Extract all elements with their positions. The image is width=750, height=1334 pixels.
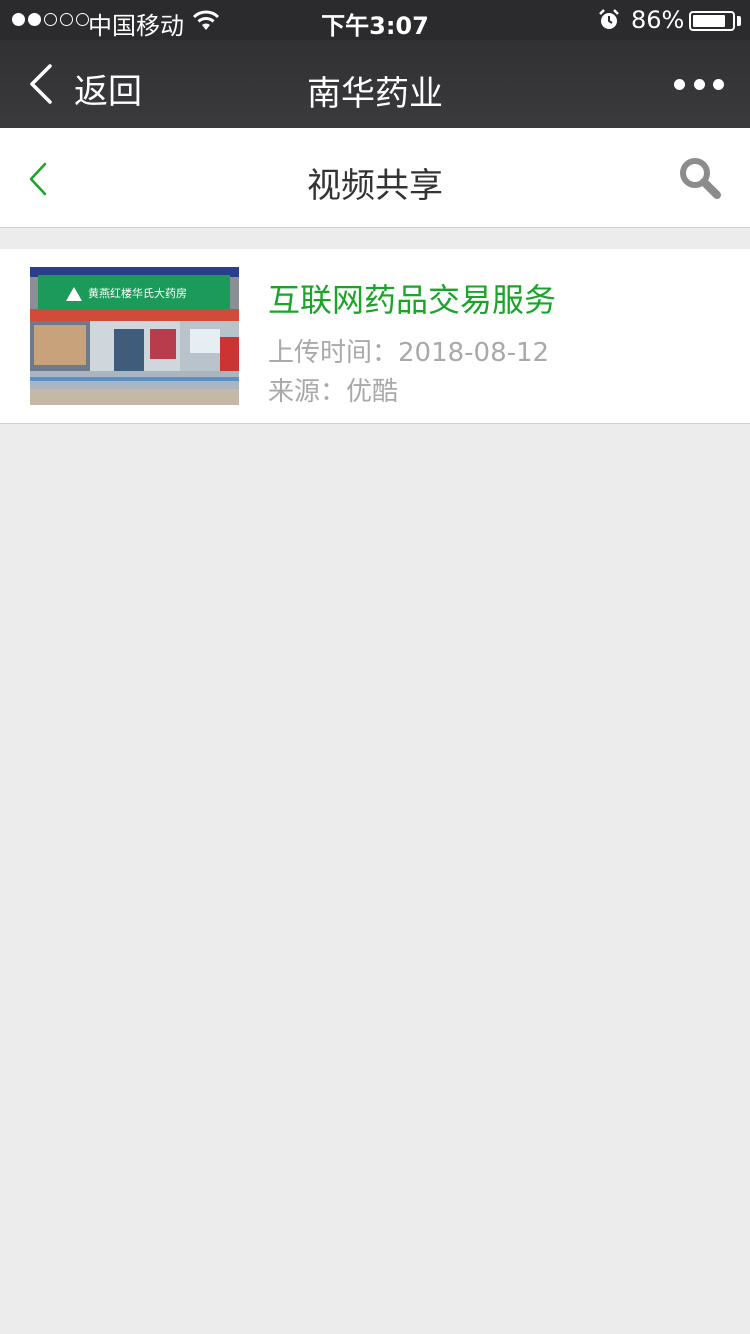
alarm-icon bbox=[599, 9, 619, 29]
battery-level bbox=[693, 15, 726, 27]
battery-tip bbox=[737, 16, 741, 26]
video-list: 黄燕红楼华氏大药房 互联网药品交易服务 上传时间：2018-08-12 来源：优… bbox=[0, 249, 750, 424]
status-bar: 中国移动 下午3:07 86% bbox=[0, 0, 750, 40]
wechat-nav-bar: 返回 南华药业 bbox=[0, 40, 750, 128]
video-source: 来源：优酷 bbox=[268, 377, 399, 407]
search-icon[interactable] bbox=[678, 156, 722, 200]
upload-date: 上传时间：2018-08-12 bbox=[268, 338, 550, 368]
video-title[interactable]: 互联网药品交易服务 bbox=[268, 275, 556, 321]
battery-percent: 86% bbox=[631, 6, 685, 34]
battery-icon bbox=[689, 11, 735, 31]
thumbnail-sign-text: 黄燕红楼华氏大药房 bbox=[88, 286, 187, 300]
more-dots-icon[interactable] bbox=[674, 76, 724, 92]
page-header: 视频共享 bbox=[0, 128, 750, 228]
page-title: 视频共享 bbox=[307, 166, 443, 206]
nav-title: 南华药业 bbox=[307, 74, 443, 114]
video-thumbnail[interactable]: 黄燕红楼华氏大药房 bbox=[30, 267, 239, 405]
